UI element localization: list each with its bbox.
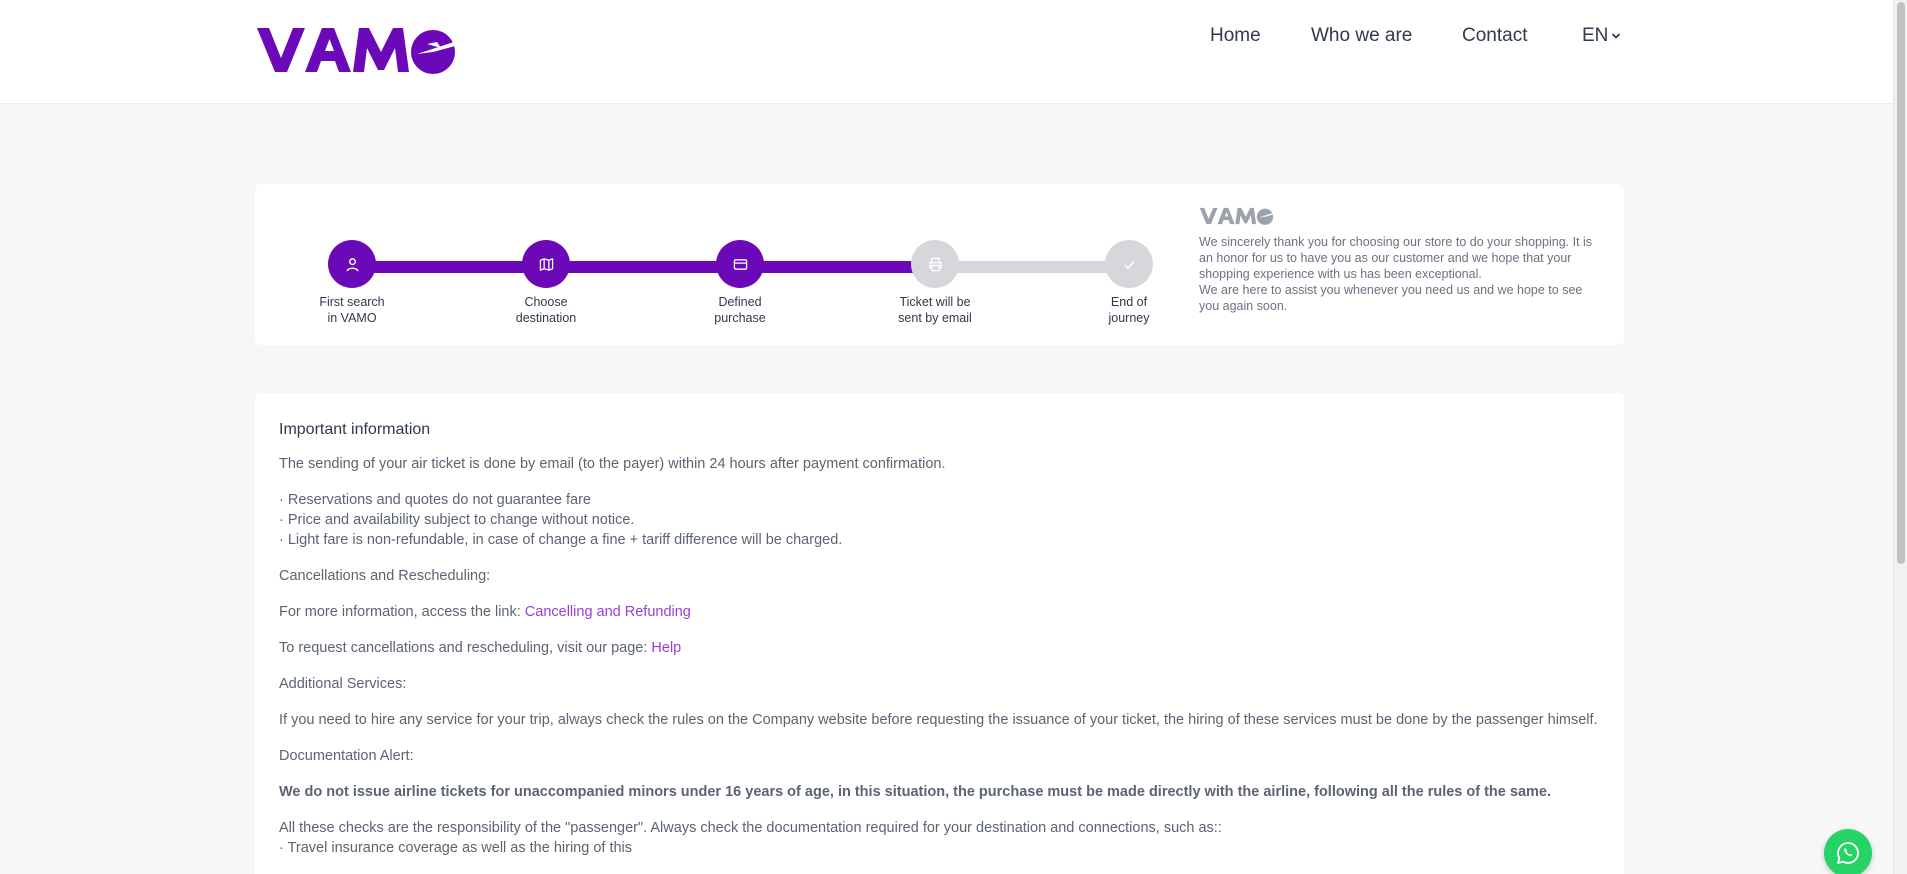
bullet-fare: · Reservations and quotes do not guarant…: [279, 492, 591, 508]
map-icon: [539, 257, 553, 271]
nav-home-link[interactable]: Home: [1210, 25, 1261, 47]
help-link[interactable]: Help: [651, 640, 681, 656]
info-title: Important information: [279, 421, 431, 438]
site-header: Home Who we are Contact EN: [0, 0, 1893, 104]
progress-track-completed: [352, 261, 935, 273]
nav-who-we-are-link[interactable]: Who we are: [1311, 25, 1412, 47]
thank-you-paragraph-2: We are here to assist you whenever you n…: [1199, 283, 1583, 313]
important-information-card: Important information The sending of you…: [255, 393, 1624, 874]
more-info-label: For more information, access the link:: [279, 604, 525, 620]
credit-card-icon: [733, 258, 747, 270]
documentation-alert-heading: Documentation Alert:: [279, 748, 414, 764]
step-label-line2: journey: [1108, 311, 1150, 325]
language-label: EN: [1582, 25, 1609, 46]
step-label-line1: End of: [1110, 295, 1148, 309]
request-text: To request cancellations and reschedulin…: [279, 638, 1600, 658]
vamo-logo[interactable]: [255, 24, 460, 76]
thank-you-paragraph-1: We sincerely thank you for choosing our …: [1199, 235, 1593, 281]
step-label-line1: First search: [319, 295, 385, 309]
step-label-line1: Ticket will be: [899, 295, 971, 309]
cancelling-refunding-link[interactable]: Cancelling and Refunding: [525, 604, 691, 620]
page-scrollbar[interactable]: [1893, 0, 1907, 874]
more-info-text: For more information, access the link: C…: [279, 602, 1600, 622]
step-end-of-journey: End of journey: [1079, 240, 1179, 326]
step-label-line2: destination: [515, 311, 577, 325]
checks-bullet: · Travel insurance coverage as well as t…: [279, 840, 633, 856]
step-ticket-sent: Ticket will be sent by email: [885, 240, 985, 326]
sending-text: The sending of your air ticket is done b…: [279, 456, 946, 472]
step-label-line1: Defined: [718, 295, 762, 309]
check-icon: [1123, 260, 1135, 269]
user-icon: [346, 257, 358, 271]
vamo-logo-small: [1199, 207, 1275, 225]
purchase-progress-card: First search in VAMO Choose destination De…: [255, 184, 1624, 345]
additional-services-text: If you need to hire any service for your…: [279, 712, 1598, 728]
minors-warning: We do not issue airline tickets for unac…: [279, 784, 1551, 800]
nav-contact-link[interactable]: Contact: [1462, 25, 1527, 47]
cancellations-heading: Cancellations and Rescheduling:: [279, 568, 491, 584]
checks-text: All these checks are the responsibility …: [279, 820, 1222, 836]
chevron-down-icon: [1612, 33, 1621, 39]
printer-icon: [928, 257, 942, 271]
request-label: To request cancellations and reschedulin…: [279, 640, 652, 656]
step-label-line2: in VAMO: [327, 311, 377, 325]
scrollbar-thumb[interactable]: [1897, 2, 1905, 564]
language-selector[interactable]: EN: [1582, 25, 1621, 47]
step-defined-purchase: Defined purchase: [690, 240, 790, 326]
additional-services-heading: Additional Services:: [279, 676, 407, 692]
step-first-search: First search in VAMO: [302, 240, 402, 326]
whatsapp-button[interactable]: [1824, 829, 1872, 874]
bullet-light-fare: · Light fare is non-refundable, in case …: [279, 532, 843, 548]
thank-you-message: We sincerely thank you for choosing our …: [1199, 206, 1599, 314]
whatsapp-icon: [1837, 842, 1859, 864]
step-choose-destination: Choose destination: [496, 240, 596, 326]
step-label-line2: purchase: [714, 311, 766, 325]
step-label-line2: sent by email: [898, 311, 972, 325]
bullet-price: · Price and availability subject to chan…: [279, 512, 635, 528]
step-label-line1: Choose: [524, 295, 568, 309]
